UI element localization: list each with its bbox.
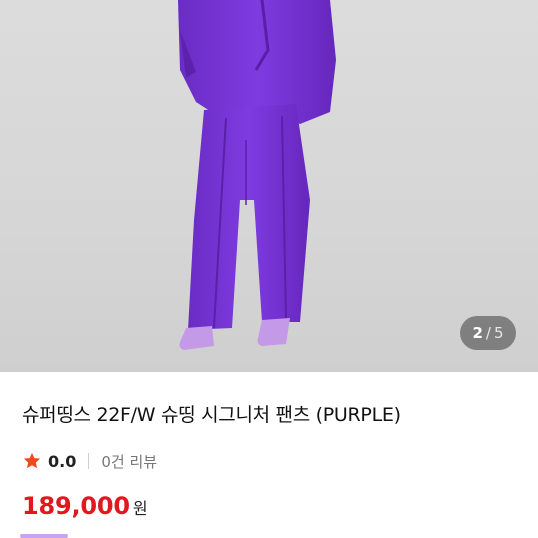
model-photo bbox=[178, 0, 336, 350]
star-icon bbox=[23, 452, 41, 469]
rating-divider bbox=[88, 453, 90, 469]
price-currency: 원 bbox=[132, 499, 148, 518]
price-value: 189,000 bbox=[22, 492, 130, 520]
color-swatch-hint bbox=[20, 534, 68, 538]
review-count-link[interactable]: 0건 리뷰 bbox=[101, 451, 157, 472]
total-pages: 5 bbox=[493, 324, 504, 342]
current-page: 2 bbox=[472, 324, 483, 342]
product-title: 슈퍼띵스 22F/W 슈띵 시그니처 팬츠 (PURPLE) bbox=[22, 404, 401, 426]
rating-value: 0.0 bbox=[48, 451, 77, 471]
rating-row[interactable]: 0.0 0건 리뷰 bbox=[22, 450, 157, 472]
page-separator: / bbox=[485, 324, 491, 342]
image-page-indicator: 2 / 5 bbox=[460, 316, 516, 350]
product-image[interactable]: 2 / 5 bbox=[0, 0, 538, 372]
price-row: 189,000 원 bbox=[22, 492, 148, 520]
